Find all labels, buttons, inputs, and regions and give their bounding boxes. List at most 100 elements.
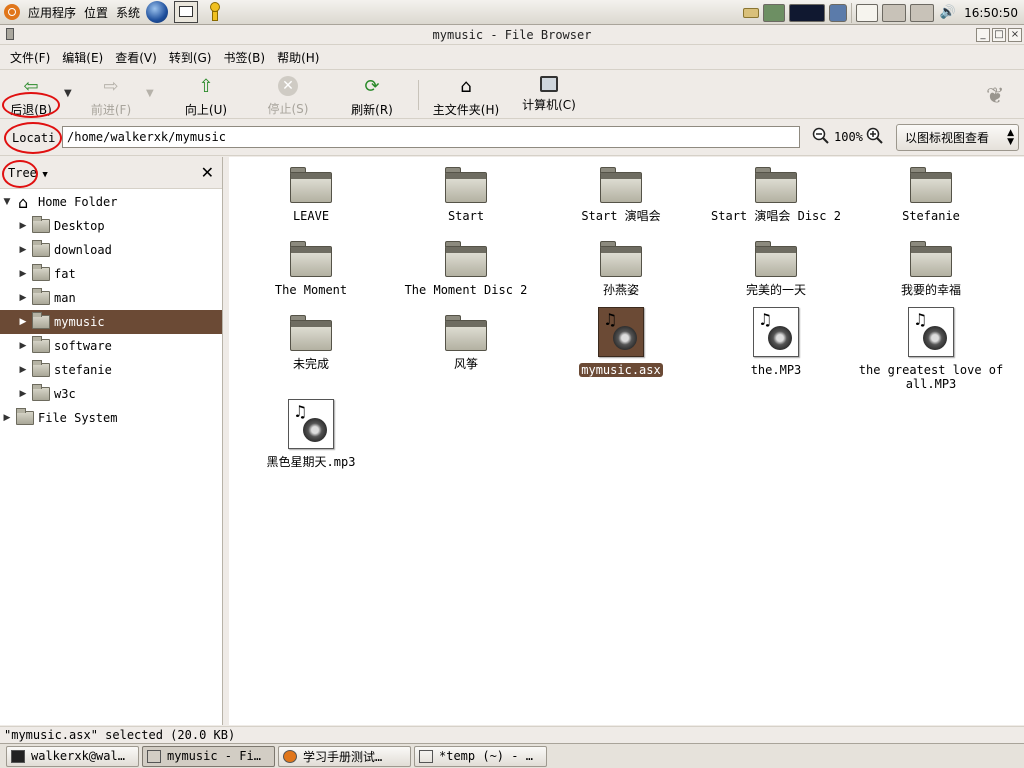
- menu-help[interactable]: 帮助(H): [271, 49, 325, 66]
- expander-collapsed-icon[interactable]: ▶: [2, 413, 12, 423]
- close-sidebar-icon[interactable]: ✕: [201, 163, 214, 182]
- file-icon-item[interactable]: 未完成: [236, 305, 386, 371]
- file-name-label: 黑色星期天.mp3: [266, 455, 356, 469]
- sidebar-tree-item-label: download: [54, 243, 112, 257]
- file-icon-item[interactable]: Start: [391, 157, 541, 223]
- expander-collapsed-icon[interactable]: ▶: [18, 221, 28, 231]
- reload-button[interactable]: ⟳ 刷新(R): [344, 70, 400, 118]
- sidebar-tree-item[interactable]: ▶ stefanie: [0, 358, 222, 382]
- expander-collapsed-icon[interactable]: ▶: [18, 317, 28, 327]
- sidebar-tree-item[interactable]: ▶ download: [0, 238, 222, 262]
- maximize-button[interactable]: □: [992, 28, 1006, 42]
- back-label: 后退(B): [10, 103, 52, 117]
- up-button[interactable]: ⇧ 向上(U): [178, 70, 234, 118]
- folder-icon: [290, 241, 332, 277]
- web-browser-launcher-icon[interactable]: [146, 1, 169, 23]
- file-icon-item[interactable]: Start 演唱会: [546, 157, 696, 223]
- sidebar-tree-item[interactable]: ▶ Desktop: [0, 214, 222, 238]
- menu-file[interactable]: 文件(F): [4, 49, 56, 66]
- file-view[interactable]: LEAVE Start Start 演唱会 Start 演唱会 Disc 2 Stefa…: [229, 157, 1024, 725]
- expander-collapsed-icon[interactable]: ▶: [18, 269, 28, 279]
- zoom-out-icon[interactable]: [812, 127, 830, 145]
- file-icon-item[interactable]: 完美的一天: [701, 231, 851, 297]
- file-icon-item[interactable]: The Moment: [236, 231, 386, 297]
- workspace-switcher-icon[interactable]: [828, 3, 847, 22]
- sidebar-tree-item[interactable]: ▶ man: [0, 286, 222, 310]
- menu-edit[interactable]: 编辑(E): [56, 49, 109, 66]
- file-icon-item[interactable]: 风筝: [391, 305, 541, 371]
- file-icon-item[interactable]: ♫ 黑色星期天.mp3: [236, 397, 386, 469]
- minimize-button[interactable]: _: [976, 28, 990, 42]
- sidebar-tree-item[interactable]: ▼ ⌂ Home Folder: [0, 190, 222, 214]
- file-icon-item[interactable]: ♫ the.MP3: [701, 305, 851, 377]
- menu-view[interactable]: 查看(V): [109, 49, 163, 66]
- sidebar-tree-item-label: File System: [38, 411, 118, 425]
- sidebar-tree-item[interactable]: ▶ mymusic: [0, 310, 222, 334]
- location-input[interactable]: /home/walkerxk/mymusic: [62, 126, 800, 148]
- home-button[interactable]: ⌂ 主文件夹(H): [428, 70, 504, 118]
- sidebar-type-select[interactable]: Tree ▼: [8, 166, 48, 180]
- keyboard-indicator-icon[interactable]: [742, 7, 759, 18]
- file-icon-item[interactable]: Stefanie: [856, 157, 1006, 223]
- sidebar-tree-item[interactable]: ▶ software: [0, 334, 222, 358]
- window-titlebar[interactable]: mymusic - File Browser _ □ ×: [0, 26, 1024, 45]
- notification-icon[interactable]: [208, 2, 222, 22]
- workspace-2-icon[interactable]: [881, 3, 906, 22]
- zoom-level[interactable]: 100%: [834, 130, 863, 144]
- expander-collapsed-icon[interactable]: ▶: [18, 389, 28, 399]
- workspace-3-icon[interactable]: [909, 3, 934, 22]
- file-icon-item[interactable]: 孙燕姿: [546, 231, 696, 297]
- ubuntu-logo-icon[interactable]: [4, 4, 20, 20]
- home-icon: ⌂: [18, 192, 29, 212]
- view-mode-select[interactable]: 以图标视图查看 ▲ ▼: [896, 124, 1019, 151]
- places-menu[interactable]: 位置: [80, 0, 112, 25]
- taskbar-window-label: walkerxk@wal…: [31, 749, 125, 763]
- applications-menu[interactable]: 应用程序: [24, 0, 80, 25]
- file-icon-item[interactable]: ♫ mymusic.asx: [546, 305, 696, 377]
- system-monitor-icon[interactable]: [788, 3, 825, 22]
- window-menu-icon[interactable]: [6, 28, 14, 40]
- taskbar-window-label: *temp (~) - …: [439, 749, 533, 763]
- back-history-dropdown-icon[interactable]: ▼: [64, 88, 72, 99]
- close-button[interactable]: ×: [1008, 28, 1022, 42]
- file-icon-item[interactable]: The Moment Disc 2: [391, 231, 541, 297]
- location-bar: Locati /home/walkerxk/mymusic 100% 以图标视图…: [0, 120, 1024, 156]
- expander-expanded-icon[interactable]: ▼: [2, 197, 12, 207]
- stop-button[interactable]: ✕ 停止(S): [260, 70, 316, 118]
- menu-go[interactable]: 转到(G): [163, 49, 218, 66]
- volume-icon[interactable]: 🔊: [940, 5, 956, 20]
- file-icon-item[interactable]: 我要的幸福: [856, 231, 1006, 297]
- file-name-label: The Moment: [274, 283, 348, 297]
- file-name-label: mymusic.asx: [579, 363, 663, 377]
- file-icon-item[interactable]: LEAVE: [236, 157, 386, 223]
- forward-button[interactable]: ⇨ 前进(F): [84, 70, 138, 118]
- computer-button[interactable]: 计算机(C): [518, 70, 580, 118]
- folder-icon: [32, 288, 50, 305]
- file-icon-item[interactable]: ♫ the greatest love of all.MP3: [856, 305, 1006, 391]
- taskbar-window-label: mymusic - Fi…: [167, 749, 261, 763]
- back-button[interactable]: ⇦ 后退(B): [4, 70, 58, 118]
- sidebar-tree-item[interactable]: ▶ fat: [0, 262, 222, 286]
- expander-collapsed-icon[interactable]: ▶: [18, 365, 28, 375]
- expander-collapsed-icon[interactable]: ▶: [18, 293, 28, 303]
- forward-history-dropdown-icon[interactable]: ▼: [146, 88, 154, 99]
- expander-collapsed-icon[interactable]: ▶: [18, 245, 28, 255]
- menu-bookmarks[interactable]: 书签(B): [217, 49, 271, 66]
- clock[interactable]: 16:50:50: [960, 0, 1024, 25]
- screenshot-launcher-icon[interactable]: [174, 1, 199, 23]
- sidebar-tree-item-label: man: [54, 291, 76, 305]
- sidebar-tree-item[interactable]: ▶ w3c: [0, 382, 222, 406]
- sidebar-header: Tree ▼ ✕: [0, 157, 222, 189]
- taskbar-window-button[interactable]: mymusic - Fi…: [142, 745, 275, 767]
- network-monitor-icon[interactable]: [762, 3, 785, 22]
- file-icon-item[interactable]: Start 演唱会 Disc 2: [701, 157, 851, 223]
- expander-collapsed-icon[interactable]: ▶: [18, 341, 28, 351]
- taskbar-window-button[interactable]: *temp (~) - …: [414, 745, 547, 767]
- workspace-1-icon[interactable]: [855, 3, 878, 22]
- folder-icon: [16, 408, 34, 425]
- sidebar-tree-item[interactable]: ▶ File System: [0, 406, 222, 430]
- taskbar-window-button[interactable]: walkerxk@wal…: [6, 745, 139, 767]
- zoom-in-icon[interactable]: [866, 127, 884, 145]
- system-menu[interactable]: 系统: [112, 0, 144, 25]
- taskbar-window-button[interactable]: 学习手册测试…: [278, 745, 411, 767]
